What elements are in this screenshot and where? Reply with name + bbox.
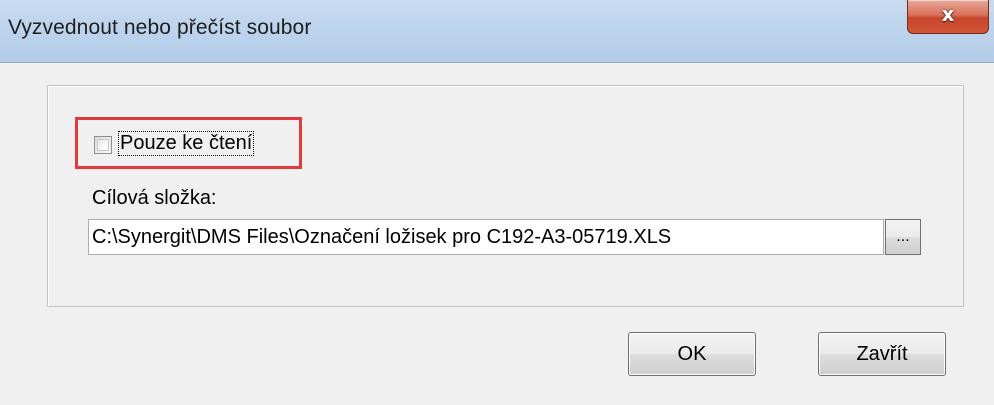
readonly-checkbox[interactable] [94, 136, 112, 154]
target-folder-label: Cílová složka: [92, 187, 217, 209]
target-folder-path-input[interactable] [88, 219, 884, 255]
readonly-checkbox-label[interactable]: Pouze ke čtení [117, 131, 255, 156]
ok-button[interactable]: OK [628, 332, 756, 376]
window-close-button[interactable]: x [907, 0, 989, 34]
browse-button[interactable]: ... [885, 219, 921, 255]
close-button[interactable]: Zavřít [818, 332, 946, 376]
window-title: Vyzvednout nebo přečíst soubor [8, 16, 312, 39]
close-icon: x [941, 2, 955, 26]
title-bar: Vyzvednout nebo přečíst soubor x [0, 0, 994, 62]
